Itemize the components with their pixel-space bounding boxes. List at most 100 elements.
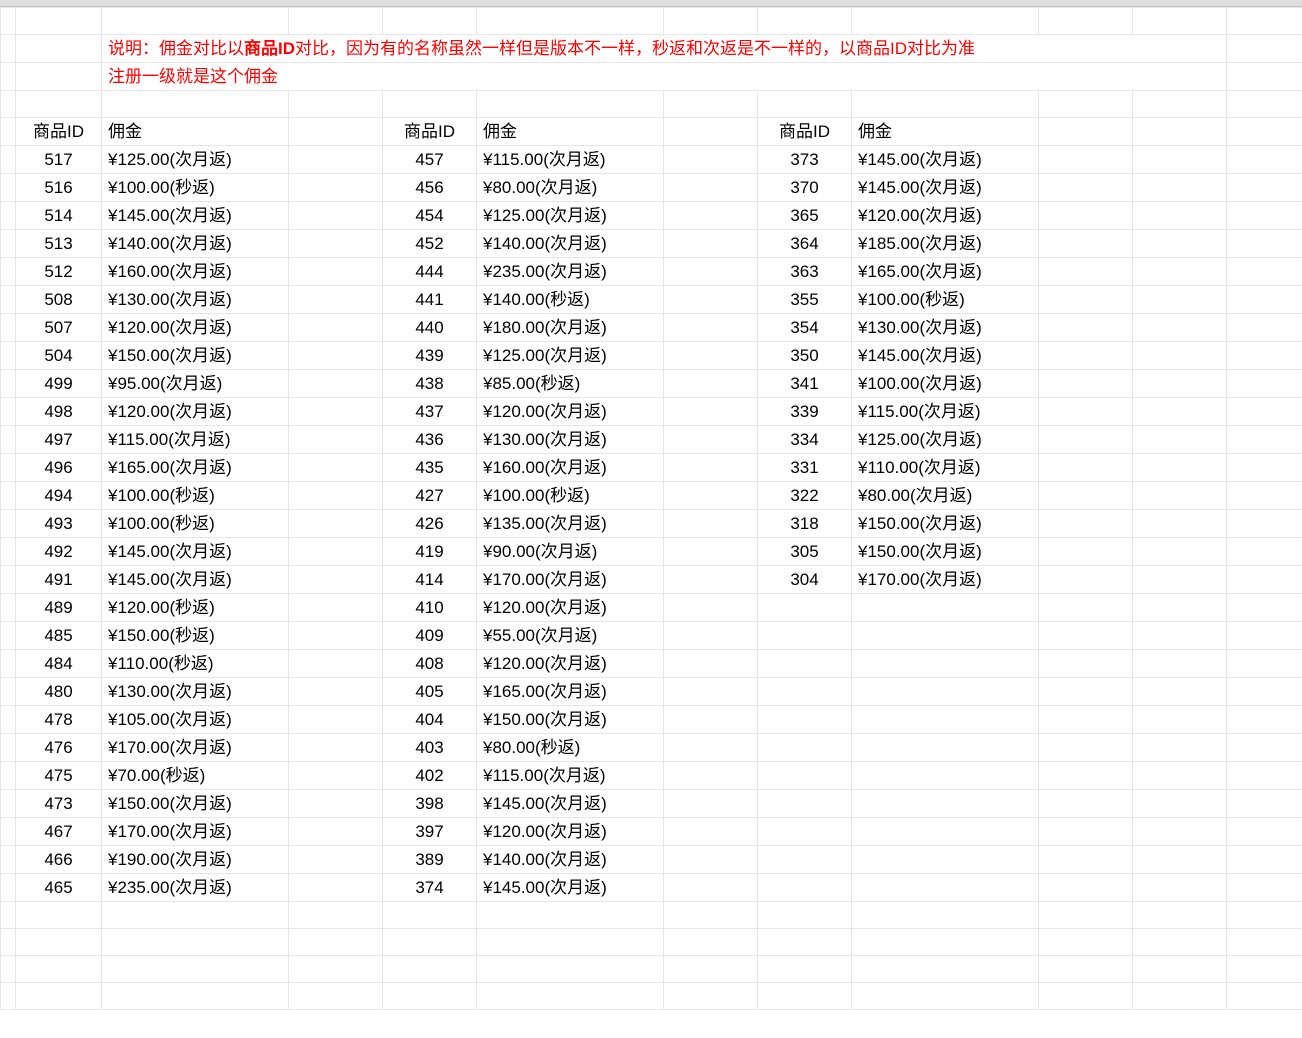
cell-commission[interactable] (852, 762, 1039, 790)
cell-commission[interactable]: ¥135.00(次月返) (477, 510, 664, 538)
cell-id[interactable]: 512 (16, 258, 102, 286)
cell-id[interactable] (758, 734, 852, 762)
cell-commission[interactable] (852, 818, 1039, 846)
cell-id[interactable]: 403 (383, 734, 477, 762)
cell-id[interactable]: 504 (16, 342, 102, 370)
cell-commission[interactable]: ¥145.00(次月返) (102, 538, 289, 566)
cell-id[interactable]: 499 (16, 370, 102, 398)
cell-commission[interactable]: ¥110.00(次月返) (852, 454, 1039, 482)
cell-id[interactable]: 456 (383, 174, 477, 202)
cell-commission[interactable]: ¥130.00(次月返) (477, 426, 664, 454)
spreadsheet-grid[interactable]: 说明：佣金对比以商品ID对比，因为有的名称虽然一样但是版本不一样，秒返和次返是不… (0, 7, 1302, 1010)
cell-commission[interactable]: ¥115.00(次月返) (477, 762, 664, 790)
cell-commission[interactable]: ¥80.00(次月返) (477, 174, 664, 202)
cell-id[interactable]: 437 (383, 398, 477, 426)
cell-commission[interactable]: ¥130.00(次月返) (102, 286, 289, 314)
cell-id[interactable]: 478 (16, 706, 102, 734)
cell-commission[interactable]: ¥145.00(次月返) (852, 146, 1039, 174)
cell-commission[interactable]: ¥190.00(次月返) (102, 846, 289, 874)
cell-id[interactable]: 441 (383, 286, 477, 314)
cell-id[interactable]: 331 (758, 454, 852, 482)
cell-commission[interactable]: ¥145.00(次月返) (102, 566, 289, 594)
cell-id[interactable]: 484 (16, 650, 102, 678)
cell-commission[interactable]: ¥125.00(次月返) (477, 202, 664, 230)
cell-commission[interactable]: ¥170.00(次月返) (852, 566, 1039, 594)
cell-id[interactable]: 480 (16, 678, 102, 706)
cell-commission[interactable]: ¥80.00(次月返) (852, 482, 1039, 510)
cell-id[interactable]: 363 (758, 258, 852, 286)
cell-commission[interactable]: ¥80.00(秒返) (477, 734, 664, 762)
cell-id[interactable]: 339 (758, 398, 852, 426)
cell-id[interactable]: 514 (16, 202, 102, 230)
cell-commission[interactable]: ¥70.00(秒返) (102, 762, 289, 790)
cell-commission[interactable]: ¥150.00(次月返) (102, 342, 289, 370)
cell-commission[interactable]: ¥140.00(秒返) (477, 286, 664, 314)
cell-id[interactable] (758, 846, 852, 874)
spreadsheet-view[interactable]: 说明：佣金对比以商品ID对比，因为有的名称虽然一样但是版本不一样，秒返和次返是不… (0, 0, 1302, 1038)
cell-id[interactable]: 426 (383, 510, 477, 538)
cell-id[interactable]: 414 (383, 566, 477, 594)
cell-commission[interactable] (852, 790, 1039, 818)
cell-commission[interactable]: ¥100.00(秒返) (102, 174, 289, 202)
cell-id[interactable]: 491 (16, 566, 102, 594)
cell-commission[interactable]: ¥235.00(次月返) (477, 258, 664, 286)
cell-id[interactable]: 473 (16, 790, 102, 818)
cell-id[interactable]: 304 (758, 566, 852, 594)
cell-id[interactable]: 439 (383, 342, 477, 370)
cell-commission[interactable]: ¥120.00(次月返) (102, 398, 289, 426)
cell-id[interactable]: 454 (383, 202, 477, 230)
cell-commission[interactable]: ¥125.00(次月返) (102, 146, 289, 174)
cell-commission[interactable]: ¥160.00(次月返) (102, 258, 289, 286)
cell-commission[interactable]: ¥120.00(次月返) (102, 314, 289, 342)
cell-id[interactable] (758, 762, 852, 790)
cell-id[interactable]: 419 (383, 538, 477, 566)
cell-commission[interactable]: ¥85.00(秒返) (477, 370, 664, 398)
cell-commission[interactable]: ¥165.00(次月返) (477, 678, 664, 706)
cell-id[interactable]: 305 (758, 538, 852, 566)
cell-id[interactable]: 508 (16, 286, 102, 314)
cell-commission[interactable]: ¥185.00(次月返) (852, 230, 1039, 258)
cell-commission[interactable] (852, 734, 1039, 762)
cell-id[interactable]: 507 (16, 314, 102, 342)
cell-id[interactable]: 354 (758, 314, 852, 342)
cell-id[interactable]: 334 (758, 426, 852, 454)
cell-id[interactable]: 497 (16, 426, 102, 454)
cell-commission[interactable]: ¥165.00(次月返) (102, 454, 289, 482)
cell-id[interactable]: 404 (383, 706, 477, 734)
cell-commission[interactable]: ¥100.00(次月返) (852, 370, 1039, 398)
cell-id[interactable]: 457 (383, 146, 477, 174)
cell-commission[interactable] (852, 678, 1039, 706)
cell-commission[interactable]: ¥150.00(次月返) (852, 538, 1039, 566)
cell-id[interactable]: 475 (16, 762, 102, 790)
cell-id[interactable]: 427 (383, 482, 477, 510)
cell-commission[interactable]: ¥120.00(次月返) (852, 202, 1039, 230)
cell-commission[interactable]: ¥165.00(次月返) (852, 258, 1039, 286)
cell-commission[interactable] (852, 650, 1039, 678)
cell-commission[interactable] (852, 846, 1039, 874)
cell-id[interactable]: 467 (16, 818, 102, 846)
cell-commission[interactable]: ¥115.00(次月返) (102, 426, 289, 454)
cell-commission[interactable] (852, 622, 1039, 650)
cell-commission[interactable]: ¥90.00(次月返) (477, 538, 664, 566)
cell-id[interactable]: 370 (758, 174, 852, 202)
cell-id[interactable]: 322 (758, 482, 852, 510)
cell-id[interactable] (758, 874, 852, 902)
cell-id[interactable]: 408 (383, 650, 477, 678)
cell-id[interactable]: 466 (16, 846, 102, 874)
cell-id[interactable]: 397 (383, 818, 477, 846)
cell-commission[interactable]: ¥150.00(次月返) (852, 510, 1039, 538)
cell-id[interactable]: 402 (383, 762, 477, 790)
cell-commission[interactable]: ¥120.00(秒返) (102, 594, 289, 622)
cell-commission[interactable]: ¥105.00(次月返) (102, 706, 289, 734)
cell-id[interactable]: 435 (383, 454, 477, 482)
cell-commission[interactable]: ¥160.00(次月返) (477, 454, 664, 482)
cell-commission[interactable]: ¥235.00(次月返) (102, 874, 289, 902)
cell-commission[interactable]: ¥145.00(次月返) (102, 202, 289, 230)
cell-commission[interactable]: ¥95.00(次月返) (102, 370, 289, 398)
cell-commission[interactable]: ¥100.00(秒返) (852, 286, 1039, 314)
cell-id[interactable]: 485 (16, 622, 102, 650)
cell-commission[interactable]: ¥120.00(次月返) (477, 594, 664, 622)
cell-commission[interactable]: ¥120.00(次月返) (477, 650, 664, 678)
cell-id[interactable]: 398 (383, 790, 477, 818)
cell-commission[interactable] (852, 706, 1039, 734)
